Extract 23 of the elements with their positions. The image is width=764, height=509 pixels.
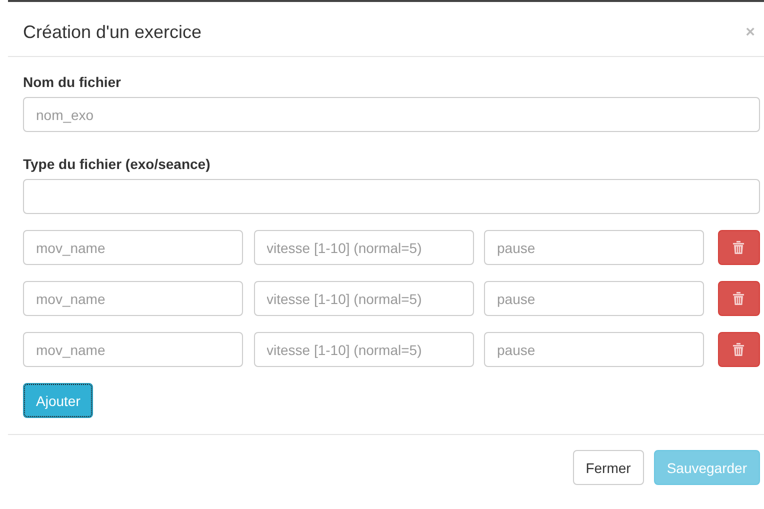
add-button[interactable]: Ajouter	[23, 383, 94, 418]
input-field[interactable]: vitesse [1-10] (normal=5)	[254, 281, 474, 316]
input-field[interactable]	[23, 179, 760, 214]
modal-title: Création d'un exercice	[23, 22, 202, 43]
delete-button[interactable]	[718, 230, 760, 265]
close-dialog-button[interactable]: Fermer	[572, 450, 644, 485]
input-field[interactable]: mov_name	[23, 332, 243, 367]
trash-icon	[733, 241, 744, 254]
input-field[interactable]: nom_exo	[23, 97, 760, 132]
input-field[interactable]: vitesse [1-10] (normal=5)	[254, 230, 474, 265]
input-field[interactable]: pause	[484, 332, 704, 367]
delete-button[interactable]	[718, 281, 760, 316]
input-field[interactable]: mov_name	[23, 230, 243, 265]
field-label: Type du fichier (exo/seance)	[23, 156, 212, 172]
input-field[interactable]: pause	[484, 281, 704, 316]
input-field[interactable]: pause	[484, 230, 704, 265]
input-field[interactable]: mov_name	[23, 281, 243, 316]
trash-icon	[733, 292, 744, 305]
trash-icon	[733, 343, 744, 356]
field-label: Nom du fichier	[23, 74, 122, 90]
delete-button[interactable]	[718, 332, 760, 367]
input-field[interactable]: vitesse [1-10] (normal=5)	[254, 332, 474, 367]
close-button[interactable]: ×	[746, 24, 755, 42]
